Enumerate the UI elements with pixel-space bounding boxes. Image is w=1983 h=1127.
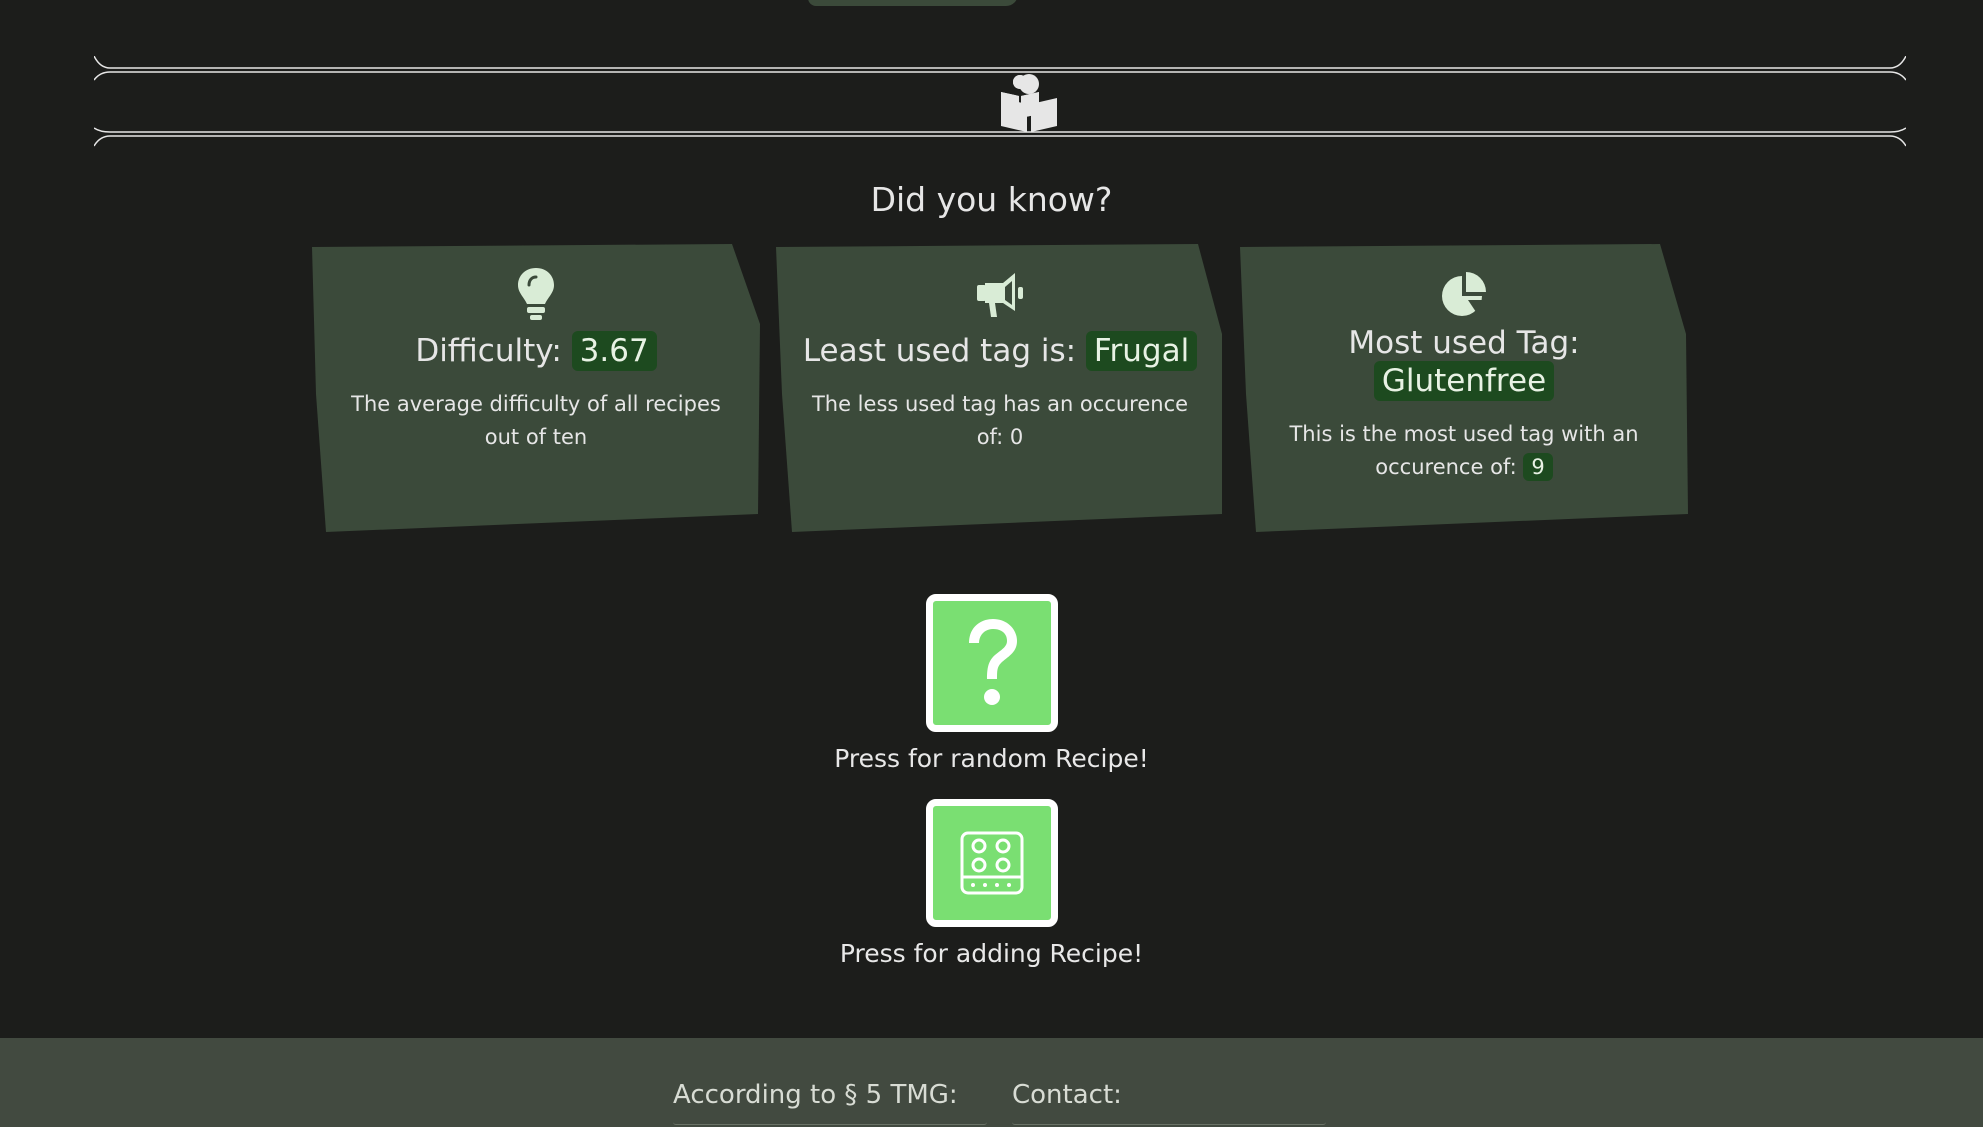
difficulty-value: 3.67 — [571, 331, 657, 371]
footer-contact-underline — [1012, 1122, 1326, 1125]
footer: According to § 5 TMG: Contact: — [0, 1038, 1983, 1127]
most-used-tag-label: Most used Tag: — [1348, 325, 1580, 361]
pie-chart-icon — [1240, 264, 1688, 324]
difficulty-description: The average difficulty of all recipes ou… — [351, 392, 721, 449]
add-recipe-label[interactable]: Press for adding Recipe! — [0, 939, 1983, 968]
stat-card-least-used-tag: Least used tag is: Frugal The less used … — [776, 244, 1222, 532]
least-used-tag-heading: Least used tag is: Frugal — [776, 331, 1222, 371]
previous-section-edge — [808, 0, 1018, 6]
most-used-tag-count: 9 — [1523, 453, 1553, 481]
stat-card-difficulty: Difficulty: 3.67 The average difficulty … — [312, 244, 760, 532]
stove-icon — [960, 831, 1023, 895]
footer-contact-heading: Contact: — [1012, 1080, 1122, 1110]
random-recipe-button[interactable] — [925, 594, 1058, 732]
most-used-tag-description: This is the most used tag with an occure… — [1264, 418, 1664, 484]
least-used-tag-label: Least used tag is: — [802, 333, 1077, 369]
stat-card-most-used-tag: Most used Tag: Glutenfree This is the mo… — [1240, 244, 1688, 532]
footer-imprint-heading: According to § 5 TMG: — [673, 1080, 958, 1110]
most-used-tag-value: Glutenfree — [1373, 361, 1555, 401]
add-recipe-section: Press for adding Recipe! — [0, 799, 1983, 968]
least-used-tag-value: Frugal — [1085, 331, 1198, 371]
megaphone-icon — [776, 264, 1222, 324]
footer-imprint-underline — [673, 1122, 987, 1125]
random-recipe-section: Press for random Recipe! — [0, 594, 1983, 773]
small-reader-icon — [1001, 75, 1039, 118]
lightbulb-icon — [312, 264, 760, 324]
add-recipe-button[interactable] — [925, 799, 1058, 927]
difficulty-label: Difficulty: — [415, 333, 562, 369]
most-used-tag-heading: Most used Tag: Glutenfree — [1240, 324, 1688, 401]
did-you-know-title: Did you know? — [870, 180, 1113, 219]
difficulty-heading: Difficulty: 3.67 — [312, 331, 760, 371]
least-used-tag-description: The less used tag has an occurence of: 0 — [811, 392, 1189, 449]
random-recipe-label[interactable]: Press for random Recipe! — [0, 744, 1983, 773]
most-used-tag-description-text: This is the most used tag with an occure… — [1289, 422, 1639, 479]
question-mark-icon — [968, 619, 1017, 705]
section-divider — [94, 56, 1906, 148]
